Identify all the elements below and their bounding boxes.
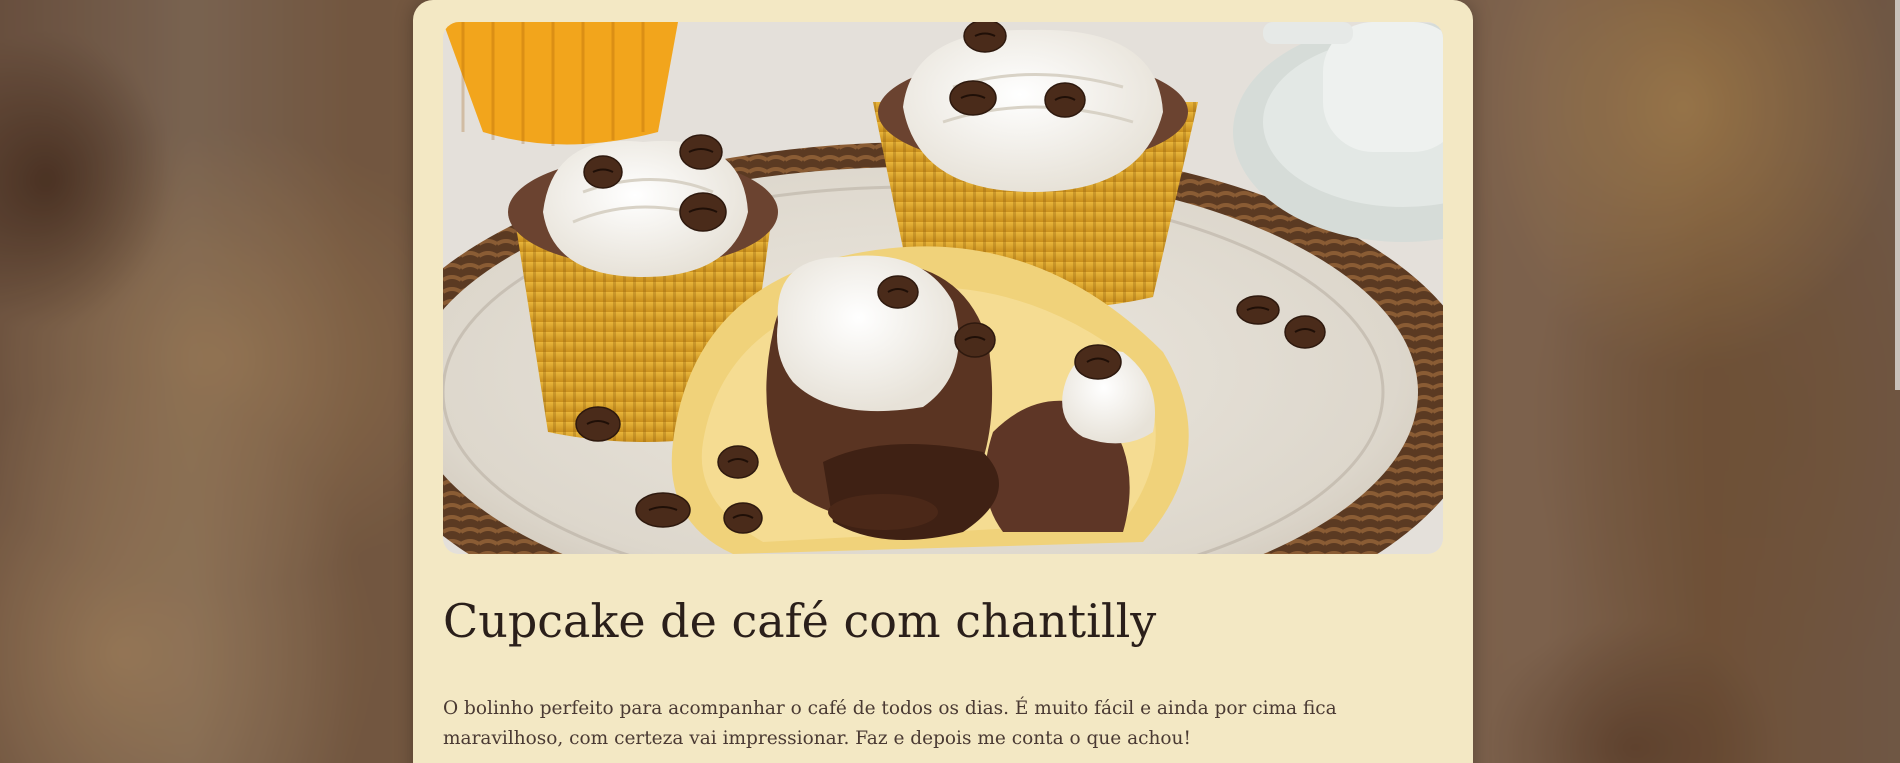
recipe-description: O bolinho perfeito para acompanhar o caf… [443,698,1337,749]
recipe-card: Cupcake de café com chantilly O bolinho … [413,0,1473,763]
page-scrollbar[interactable] [1895,0,1900,390]
recipe-title: Cupcake de café com chantilly [443,594,1157,648]
recipe-hero-image [443,22,1443,554]
